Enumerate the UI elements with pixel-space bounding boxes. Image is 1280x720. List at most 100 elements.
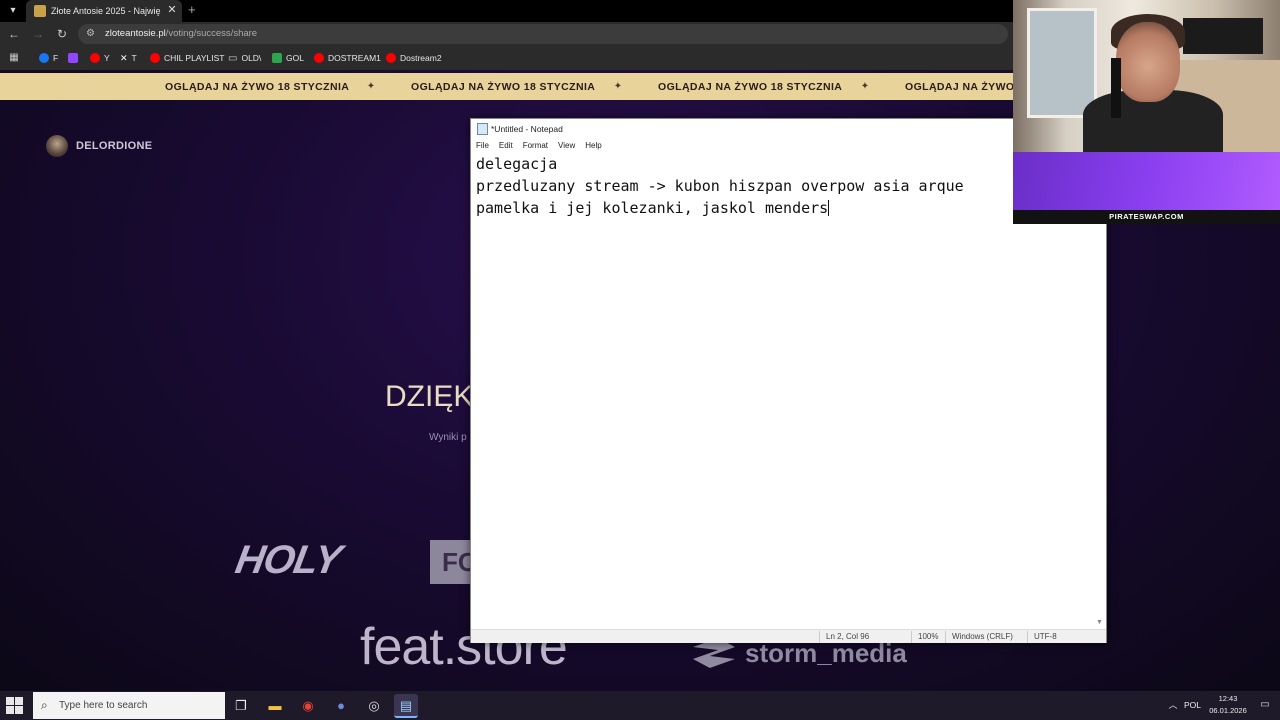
bookmark-chil-playlist[interactable]: CHIL PLAYLIST (150, 50, 224, 66)
bookmark-label: OLD\ (241, 53, 262, 63)
sponsor-holy-logo: HOLY (232, 538, 345, 582)
youtube-icon (386, 53, 396, 63)
bookmark-gol[interactable]: GOL (272, 50, 304, 66)
results-text: Wyniki p (429, 432, 467, 443)
marquee-text: OGLĄDAJ NA ŻYWO (905, 81, 1015, 93)
notepad-taskbar-icon[interactable]: ▤ (394, 694, 418, 718)
youtube-icon (90, 53, 100, 63)
status-zoom: 100% (911, 631, 938, 643)
notepad-window[interactable]: *Untitled - Notepad File Edit Format Vie… (470, 118, 1107, 643)
back-arrow-icon[interactable]: ← (6, 26, 22, 42)
youtube-icon (314, 53, 324, 63)
text-caret (828, 200, 830, 216)
clock-date: 06.01.2026 (1209, 706, 1247, 715)
menu-file[interactable]: File (471, 139, 494, 153)
show-hidden-icons-chevron-icon[interactable]: ︿ (1166, 698, 1180, 712)
address-url[interactable]: zloteantosie.pl/voting/success/share (105, 27, 257, 41)
text-line: delegacja (476, 155, 558, 173)
menu-help[interactable]: Help (580, 139, 606, 153)
taskbar-search-box[interactable]: ⌕ Type here to search (33, 692, 225, 719)
bookmark-facebook[interactable]: F (39, 50, 58, 66)
bookmark-label: Dostream2 (400, 53, 442, 63)
site-info-icon[interactable]: ⚙ (86, 27, 98, 41)
star-separator-icon: ✦ (613, 81, 623, 92)
webcam-tv-scene (1183, 18, 1263, 54)
taskbar: ⌕ Type here to search ❐ ▬ ◉ ● ◎ ▤ ︿ POL … (0, 691, 1280, 720)
bookmark-twitch[interactable] (68, 50, 78, 66)
search-icon: ⌕ (41, 698, 48, 712)
bookmark-label: T (131, 53, 137, 63)
notepad-scrollbar[interactable]: ▼ (1093, 153, 1106, 629)
notepad-status-bar: Ln 2, Col 96 100% Windows (CRLF) UTF-8 (471, 629, 1106, 643)
star-separator-icon: ✦ (366, 81, 376, 92)
notepad-title-bar[interactable]: *Untitled - Notepad (471, 119, 1106, 139)
menu-view[interactable]: View (553, 139, 580, 153)
system-clock[interactable]: 12:43 06.01.2026 (1206, 693, 1250, 719)
start-button[interactable] (4, 695, 26, 717)
file-explorer-icon[interactable]: ▬ (263, 694, 287, 718)
notification-icon[interactable]: ▭ (1258, 698, 1272, 712)
gol-icon (272, 53, 282, 63)
folder-icon: ▭ (228, 52, 238, 64)
bookmark-youtube[interactable]: Y (90, 50, 110, 66)
youtube-icon (150, 53, 160, 63)
chrome-icon[interactable]: ◉ (296, 694, 320, 718)
marquee-text: OGLĄDAJ NA ŻYWO 18 STYCZNIA (658, 81, 843, 93)
bookmark-x[interactable]: ✕ T (120, 50, 137, 66)
webcam-overlay: PIRATESWAP.COM (1013, 0, 1280, 224)
task-view-icon[interactable]: ❐ (229, 694, 253, 718)
tab-list-chevron-icon[interactable]: ▾ (4, 3, 22, 19)
x-icon: ✕ (120, 52, 128, 63)
bookmark-label: CHIL PLAYLIST (164, 53, 225, 63)
star-separator-icon: ✦ (860, 81, 870, 92)
notepad-menu-bar: File Edit Format View Help (471, 139, 1106, 153)
notepad-title: *Untitled - Notepad (491, 124, 563, 134)
bookmark-label: DOSTREAM1 (328, 53, 381, 63)
bookmark-folder-old[interactable]: ▭ OLD\ (228, 50, 261, 66)
tab-favicon-icon (34, 5, 46, 17)
discord-icon[interactable]: ● (329, 694, 353, 718)
address-bar[interactable]: ⚙ zloteantosie.pl/voting/success/share (78, 24, 1008, 44)
bookmark-label: F (53, 53, 59, 63)
webcam-person-face (1116, 22, 1180, 102)
host-name: DELORDIONE (76, 140, 153, 152)
language-indicator[interactable]: POL (1184, 698, 1201, 712)
notepad-text-area[interactable]: delegacja przedluzany stream -> kubon his… (476, 153, 1104, 613)
clock-time: 12:43 (1218, 694, 1238, 703)
url-path: /voting/success/share (165, 28, 258, 39)
obs-icon[interactable]: ◎ (362, 694, 386, 718)
webcam-window-scene (1027, 8, 1097, 118)
windows-logo-icon (15, 706, 23, 714)
windows-logo-icon (6, 697, 14, 705)
sponsor-fo-logo: FO (430, 540, 475, 584)
menu-edit[interactable]: Edit (494, 139, 518, 153)
status-line-ending: Windows (CRLF) (945, 631, 1013, 643)
thanks-heading: DZIĘK (385, 380, 474, 413)
scroll-down-arrow-icon[interactable]: ▼ (1095, 618, 1104, 627)
bookmark-dostream2[interactable]: Dostream2 (386, 50, 442, 66)
bookmark-label: Y (104, 53, 110, 63)
bookmark-dostream1[interactable]: DOSTREAM1 (314, 50, 381, 66)
new-tab-button[interactable]: + (188, 2, 202, 18)
bookmark-label: GOL (286, 53, 304, 63)
forward-arrow-icon[interactable]: → (30, 26, 46, 42)
menu-format[interactable]: Format (518, 139, 553, 153)
tab-title: Złote Antosie 2025 - Największ (51, 6, 161, 16)
twitch-icon (68, 53, 78, 63)
host-badge[interactable]: DELORDIONE (46, 134, 152, 158)
status-encoding: UTF-8 (1027, 631, 1057, 643)
status-position: Ln 2, Col 96 (819, 631, 869, 643)
text-line-current: pamelka i jej kolezanki, jaskol menders (476, 197, 1104, 219)
search-placeholder: Type here to search (59, 700, 148, 711)
windows-logo-icon (15, 697, 23, 705)
reload-icon[interactable]: ↻ (54, 26, 70, 42)
avatar (46, 135, 68, 157)
tab-close-icon[interactable]: ✕ (165, 3, 179, 17)
notepad-icon (477, 123, 488, 135)
facebook-icon (39, 53, 49, 63)
text-line: przedluzany stream -> kubon hiszpan over… (476, 177, 964, 195)
marquee-text: OGLĄDAJ NA ŻYWO 18 STYCZNIA (165, 81, 350, 93)
apps-grid-icon[interactable]: ▦ (6, 50, 22, 66)
browser-tab[interactable]: Złote Antosie 2025 - Największ ✕ (26, 0, 182, 22)
marquee-text: OGLĄDAJ NA ŻYWO 18 STYCZNIA (411, 81, 596, 93)
